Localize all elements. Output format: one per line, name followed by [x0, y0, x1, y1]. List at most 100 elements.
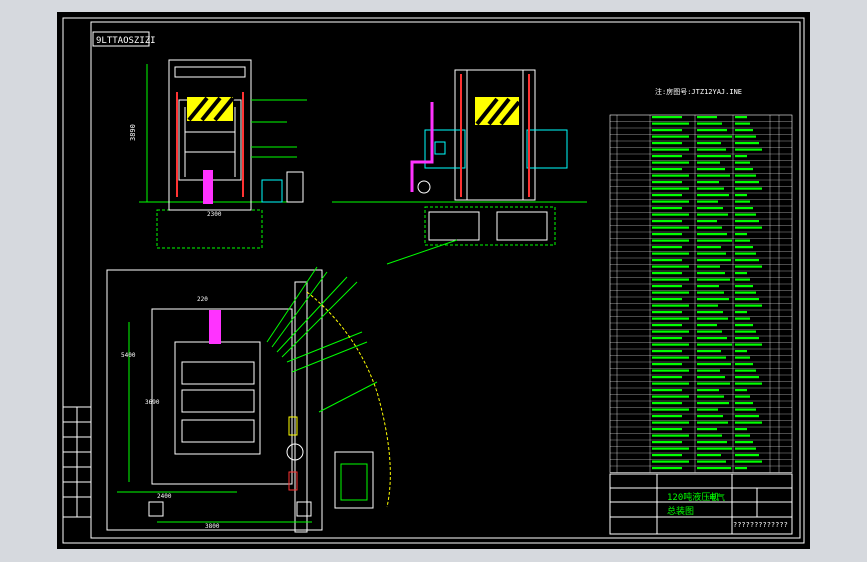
part-spec-mark	[735, 181, 759, 184]
part-code-mark	[652, 421, 689, 424]
part-code-mark	[652, 161, 689, 164]
part-spec-mark	[735, 213, 756, 216]
part-code-mark	[652, 291, 689, 294]
part-code-mark	[652, 155, 682, 158]
part-spec-mark	[735, 285, 753, 288]
part-name-mark	[697, 389, 719, 392]
part-name-mark	[697, 304, 718, 307]
side-elevation-view	[332, 69, 587, 265]
part-code-mark	[652, 415, 682, 418]
part-name-mark	[697, 382, 730, 385]
part-name-mark	[697, 226, 722, 229]
part-name-mark	[697, 181, 719, 184]
part-name-mark	[697, 415, 723, 418]
part-code-mark	[652, 200, 689, 203]
part-code-mark	[652, 278, 689, 281]
part-name-mark	[697, 408, 718, 411]
part-code-mark	[652, 168, 682, 171]
part-code-mark	[652, 239, 689, 242]
part-name-mark	[697, 116, 717, 119]
part-name-mark	[697, 421, 728, 424]
part-code-mark	[652, 213, 689, 216]
part-name-mark	[697, 343, 732, 346]
part-spec-mark	[735, 363, 753, 366]
part-code-mark	[652, 233, 682, 236]
part-code-mark	[652, 317, 689, 320]
part-spec-mark	[735, 467, 747, 470]
part-spec-mark	[735, 129, 753, 132]
part-name-mark	[697, 337, 727, 340]
part-name-mark	[697, 259, 731, 262]
part-code-mark	[652, 298, 682, 301]
part-code-mark	[652, 363, 682, 366]
parts-list-table	[609, 114, 793, 473]
part-spec-mark	[735, 226, 762, 229]
part-spec-mark	[735, 356, 750, 359]
part-name-mark	[697, 434, 722, 437]
part-code-mark	[652, 402, 682, 405]
part-spec-mark	[735, 122, 750, 125]
part-spec-mark	[735, 239, 750, 242]
part-spec-mark	[735, 220, 759, 223]
part-name-mark	[697, 142, 721, 145]
part-code-mark	[652, 369, 689, 372]
part-code-mark	[652, 324, 682, 327]
title-code: 9LTTAOSZIZI	[96, 36, 156, 46]
part-name-mark	[697, 285, 719, 288]
part-name-mark	[697, 213, 728, 216]
part-code-mark	[652, 454, 682, 457]
part-name-mark	[697, 168, 725, 171]
dim-front-pit: 2300	[207, 211, 222, 218]
part-name-mark	[697, 395, 724, 398]
part-spec-mark	[735, 428, 747, 431]
part-code-mark	[652, 467, 682, 470]
part-name-mark	[697, 246, 721, 249]
part-spec-mark	[735, 174, 756, 177]
cad-viewport[interactable]: 9LTTAOSZIZI 3890 2300 5400 3690 2400 380…	[0, 0, 867, 562]
part-spec-mark	[735, 168, 753, 171]
drawing-canvas: 9LTTAOSZIZI 3890 2300 5400 3690 2400 380…	[62, 17, 805, 544]
part-spec-mark	[735, 278, 750, 281]
part-code-mark	[652, 220, 682, 223]
part-name-mark	[697, 330, 722, 333]
part-spec-mark	[735, 246, 753, 249]
part-name-mark	[697, 428, 717, 431]
part-code-mark	[652, 122, 689, 125]
part-code-mark	[652, 447, 689, 450]
drawing-sheet[interactable]: 9LTTAOSZIZI 3890 2300 5400 3690 2400 380…	[57, 12, 810, 549]
part-name-mark	[697, 369, 720, 372]
part-code-mark	[652, 252, 689, 255]
part-name-mark	[697, 376, 725, 379]
part-code-mark	[652, 135, 689, 138]
part-spec-mark	[735, 337, 759, 340]
part-code-mark	[652, 265, 689, 268]
part-code-mark	[652, 174, 689, 177]
part-spec-mark	[735, 415, 759, 418]
part-name-mark	[697, 311, 723, 314]
part-spec-mark	[735, 447, 756, 450]
part-code-mark	[652, 285, 682, 288]
part-code-mark	[652, 259, 682, 262]
part-name-mark	[697, 454, 721, 457]
part-spec-mark	[735, 207, 753, 210]
part-spec-mark	[735, 343, 762, 346]
part-spec-mark	[735, 233, 747, 236]
part-code-mark	[652, 460, 689, 463]
part-name-mark	[697, 441, 727, 444]
part-code-mark	[652, 187, 689, 190]
part-name-mark	[697, 278, 730, 281]
part-spec-mark	[735, 324, 753, 327]
part-spec-mark	[735, 421, 762, 424]
part-code-mark	[652, 441, 682, 444]
part-spec-mark	[735, 148, 762, 151]
part-name-mark	[697, 135, 732, 138]
part-code-mark	[652, 181, 682, 184]
part-name-mark	[697, 187, 724, 190]
part-code-mark	[652, 376, 682, 379]
part-code-mark	[652, 428, 682, 431]
dim-plan-top: 220	[197, 296, 208, 303]
part-code-mark	[652, 226, 689, 229]
front-elevation-view: 3890 2300	[129, 59, 307, 249]
part-spec-mark	[735, 291, 756, 294]
title-sub: 总装图	[667, 505, 694, 517]
